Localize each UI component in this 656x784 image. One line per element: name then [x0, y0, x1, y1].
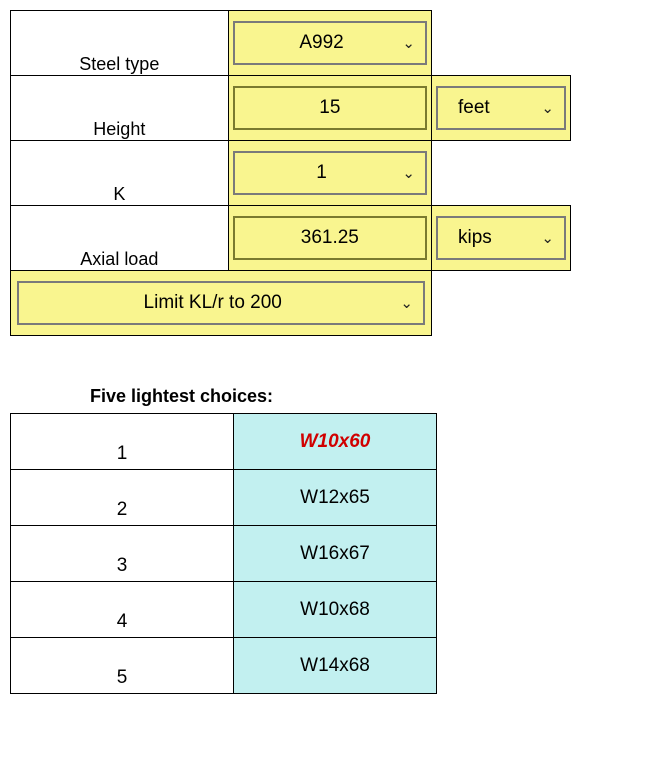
axial-load-value: 361.25 — [301, 227, 359, 249]
shape-cell: W16x67 — [234, 526, 437, 582]
chevron-down-icon: ⌄ — [402, 164, 415, 182]
steel-type-dropdown[interactable]: A992 ⌄ — [233, 21, 427, 65]
rank-cell: 4 — [11, 582, 234, 638]
table-row: 4 W10x68 — [11, 582, 437, 638]
shape-cell: W10x68 — [234, 582, 437, 638]
chevron-down-icon: ⌄ — [541, 229, 554, 247]
steel-type-label: Steel type — [11, 11, 229, 76]
height-label: Height — [11, 76, 229, 141]
limit-value: Limit KL/r to 200 — [33, 292, 392, 314]
table-row: 2 W12x65 — [11, 470, 437, 526]
height-unit-dropdown[interactable]: feet ⌄ — [436, 86, 566, 130]
rank-cell: 3 — [11, 526, 234, 582]
shape-cell-top: W10x60 — [234, 414, 437, 470]
shape-cell: W12x65 — [234, 470, 437, 526]
axial-unit-value: kips — [452, 227, 533, 249]
axial-load-label: Axial load — [11, 206, 229, 271]
rank-cell: 5 — [11, 638, 234, 694]
chevron-down-icon: ⌄ — [402, 34, 415, 52]
chevron-down-icon: ⌄ — [400, 294, 413, 312]
results-table: 1 W10x60 2 W12x65 3 W16x67 4 W10x68 5 W1… — [10, 413, 437, 694]
k-label: K — [11, 141, 229, 206]
table-row: 3 W16x67 — [11, 526, 437, 582]
table-row: 1 W10x60 — [11, 414, 437, 470]
table-row: 5 W14x68 — [11, 638, 437, 694]
shape-cell: W14x68 — [234, 638, 437, 694]
k-value: 1 — [249, 162, 395, 184]
chevron-down-icon: ⌄ — [541, 99, 554, 117]
axial-unit-dropdown[interactable]: kips ⌄ — [436, 216, 566, 260]
input-table: Steel type A992 ⌄ Height 15 feet ⌄ K 1 — [10, 10, 571, 336]
rank-cell: 2 — [11, 470, 234, 526]
k-dropdown[interactable]: 1 ⌄ — [233, 151, 427, 195]
results-heading: Five lightest choices: — [90, 386, 646, 407]
height-value: 15 — [319, 97, 340, 119]
rank-cell: 1 — [11, 414, 234, 470]
height-input[interactable]: 15 — [233, 86, 427, 130]
axial-load-input[interactable]: 361.25 — [233, 216, 427, 260]
height-unit-value: feet — [452, 97, 533, 119]
limit-dropdown[interactable]: Limit KL/r to 200 ⌄ — [17, 281, 425, 325]
steel-type-value: A992 — [249, 32, 395, 54]
